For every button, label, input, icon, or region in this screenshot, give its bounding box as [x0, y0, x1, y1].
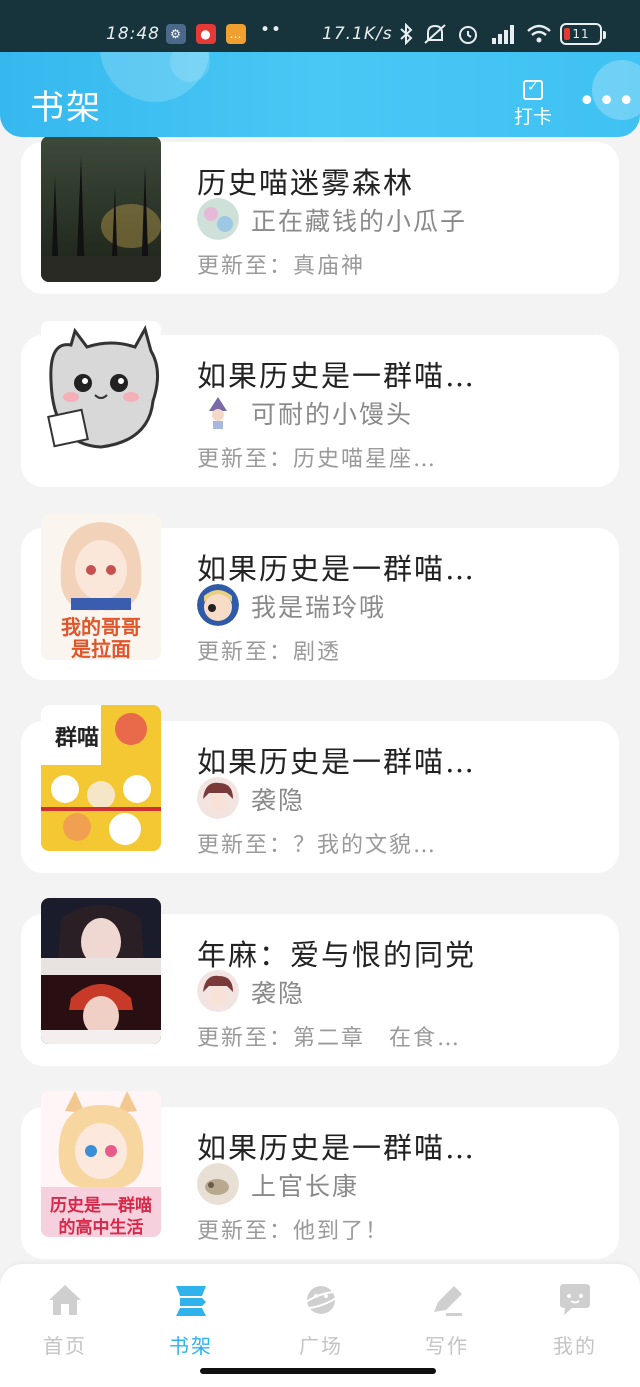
message-notification-icon: … [226, 24, 246, 44]
more-dots-icon[interactable]: ••• [578, 84, 637, 119]
pen-icon [434, 1286, 462, 1316]
book-card[interactable]: 我的哥哥 是拉面 如果历史是一群喵… 我是瑞玲哦 更新至：剧透 [21, 514, 619, 680]
book-card[interactable]: 历史喵迷雾森林 正在藏钱的小瓜子 更新至：真庙神 [21, 136, 619, 294]
checkin-button[interactable]: 打卡 [510, 79, 556, 129]
wifi-icon [527, 24, 551, 43]
tab-bookshelf[interactable]: 书架 [146, 1282, 236, 1359]
tab-label: 书架 [169, 1334, 213, 1358]
battery-icon: 11 [560, 23, 606, 45]
book-title: 如果历史是一群喵… [197, 552, 477, 586]
calendar-check-icon [523, 79, 543, 100]
book-title: 年麻：爱与恨的同党 [197, 938, 477, 972]
app-header: 书架 打卡 ••• [0, 52, 640, 137]
app-notification-icon: ● [196, 24, 216, 44]
svg-text:历史是一群喵: 历史是一群喵 [50, 1195, 152, 1216]
bluetooth-icon [400, 23, 413, 45]
book-title: 如果历史是一群喵… [197, 745, 477, 779]
network-speed: 17.1K/s [322, 24, 393, 44]
author-name: 袭隐 [251, 786, 306, 815]
update-status: 更新至：？我的文貌… [197, 833, 438, 858]
book-card[interactable]: 年麻：爱与恨的同党 袭隐 更新至：第二章 在食… [21, 898, 619, 1066]
signal-icon [492, 25, 514, 44]
book-cover: 历史是一群喵 的高中生活 [41, 1091, 161, 1237]
page-title: 书架 [30, 88, 102, 128]
author-name: 袭隐 [251, 979, 306, 1008]
author-avatar [197, 391, 239, 433]
settings-notification-icon: ⚙ [166, 24, 186, 44]
home-icon [49, 1285, 81, 1315]
clock: 18:48 [106, 24, 160, 44]
book-title: 历史喵迷雾森林 [197, 166, 415, 200]
alarm-icon [459, 26, 477, 44]
author-avatar [197, 777, 239, 819]
tab-square[interactable]: 广场 [276, 1282, 366, 1359]
author-name: 可耐的小馒头 [251, 400, 414, 429]
author-name: 正在藏钱的小瓜子 [251, 207, 468, 236]
more-notifications-icon: •• [260, 20, 283, 40]
update-status: 更新至：第二章 在食… [197, 1026, 462, 1051]
author-name: 上官长康 [251, 1172, 360, 1201]
battery-level: 11 [572, 27, 590, 41]
author-name: 我是瑞玲哦 [251, 593, 387, 622]
book-cover: 我的哥哥 是拉面 [41, 514, 161, 660]
tab-label: 首页 [43, 1334, 87, 1358]
tab-write[interactable]: 写作 [402, 1282, 492, 1359]
book-cover: 群喵 [41, 705, 161, 851]
update-status: 更新至：他到了！ [197, 1219, 390, 1244]
tab-label: 写作 [425, 1334, 469, 1358]
svg-text:的高中生活: 的高中生活 [59, 1217, 144, 1237]
svg-text:是拉面: 是拉面 [70, 637, 131, 660]
tab-label: 广场 [299, 1334, 343, 1358]
book-card[interactable]: 群喵 如果历史是一群喵… 袭隐 更新至：？我的文貌… [21, 705, 619, 873]
book-card[interactable]: 如果历史是一群喵… 可耐的小馒头 更新至：历史喵星座… [21, 321, 619, 487]
author-avatar [197, 970, 239, 1012]
book-cover [41, 898, 161, 1044]
update-status: 更新至：历史喵星座… [197, 447, 438, 472]
book-card[interactable]: 历史是一群喵 的高中生活 如果历史是一群喵… 上官长康 更新至：他到了！ [21, 1091, 619, 1259]
planet-icon [302, 1286, 340, 1314]
author-avatar [197, 584, 239, 626]
mute-icon [424, 24, 446, 44]
author-avatar [197, 1163, 239, 1205]
update-status: 更新至：剧透 [197, 640, 342, 665]
checkin-label: 打卡 [513, 106, 552, 128]
tab-home[interactable]: 首页 [20, 1282, 110, 1359]
bookshelf-icon [176, 1286, 206, 1316]
author-avatar [197, 198, 239, 240]
home-indicator[interactable] [200, 1368, 436, 1374]
book-cover [41, 136, 161, 282]
chat-bubble-icon [560, 1284, 590, 1315]
book-title: 如果历史是一群喵… [197, 1131, 477, 1165]
book-title: 如果历史是一群喵… [197, 359, 477, 393]
book-cover [41, 321, 161, 467]
svg-text:我的哥哥: 我的哥哥 [61, 615, 141, 639]
tab-mine[interactable]: 我的 [530, 1282, 620, 1359]
svg-text:群喵: 群喵 [55, 725, 99, 751]
update-status: 更新至：真庙神 [197, 254, 366, 279]
tab-label: 我的 [553, 1334, 597, 1358]
